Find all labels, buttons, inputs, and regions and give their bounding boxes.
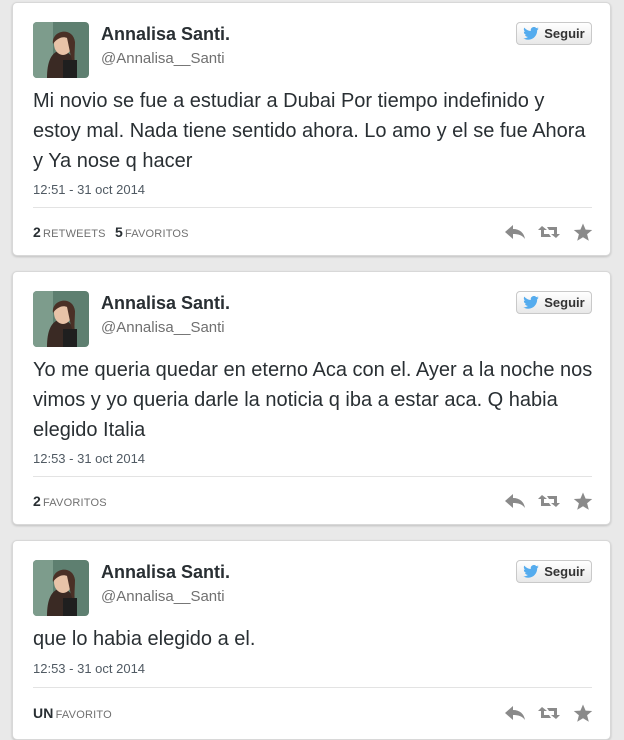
favorite-count[interactable]: 2: [33, 493, 41, 509]
reply-button[interactable]: [503, 702, 527, 724]
favorite-count[interactable]: UN: [33, 705, 54, 721]
retweet-icon: [538, 495, 560, 507]
tweet-text: Mi novio se fue a estudiar a Dubai Por t…: [33, 90, 586, 172]
tweet-timestamp[interactable]: 12:53 - 31 oct 2014: [33, 451, 145, 466]
favorite-count[interactable]: 5: [115, 224, 123, 240]
tweet-card: Annalisa Santi. @Annalisa__Santi Seguir …: [12, 2, 611, 256]
author-name[interactable]: Annalisa Santi.: [101, 24, 230, 45]
author-handle[interactable]: @Annalisa__Santi: [101, 50, 225, 67]
favorite-label[interactable]: FAVORITOS: [43, 497, 107, 509]
star-icon: [573, 223, 593, 241]
retweet-button[interactable]: [537, 702, 561, 724]
tweet-text: Yo me queria quedar en eterno Aca con el…: [33, 359, 593, 441]
tweet-timestamp[interactable]: 12:53 - 31 oct 2014: [33, 661, 145, 676]
follow-button[interactable]: Seguir: [516, 22, 592, 45]
favorite-button[interactable]: [571, 702, 595, 724]
tweet-card: Annalisa Santi. @Annalisa__Santi Seguir …: [12, 271, 611, 525]
favorite-button[interactable]: [571, 221, 595, 243]
reply-button[interactable]: [503, 221, 527, 243]
favorite-label[interactable]: FAVORITOS: [125, 228, 189, 240]
reply-icon: [505, 225, 525, 239]
author-handle[interactable]: @Annalisa__Santi: [101, 319, 225, 336]
divider: [33, 687, 592, 688]
author-name[interactable]: Annalisa Santi.: [101, 562, 230, 583]
divider: [33, 476, 592, 477]
avatar[interactable]: [33, 291, 89, 347]
retweet-count[interactable]: 2: [33, 224, 41, 240]
reply-icon: [505, 494, 525, 508]
follow-button[interactable]: Seguir: [516, 291, 592, 314]
tweet-actions: [503, 702, 595, 724]
tweet-stats: 2 RETWEETS 5 FAVORITOS: [33, 224, 189, 240]
tweet-stats: 2 FAVORITOS: [33, 493, 107, 509]
star-icon: [573, 704, 593, 722]
star-icon: [573, 492, 593, 510]
tweet-actions: [503, 490, 595, 512]
divider: [33, 207, 592, 208]
tweet-card: Annalisa Santi. @Annalisa__Santi Seguir …: [12, 540, 611, 740]
favorite-label[interactable]: FAVORITO: [56, 709, 112, 721]
avatar[interactable]: [33, 22, 89, 78]
twitter-bird-icon: [523, 565, 540, 578]
tweet-actions: [503, 221, 595, 243]
follow-label: Seguir: [544, 295, 585, 310]
author-handle[interactable]: @Annalisa__Santi: [101, 588, 225, 605]
twitter-bird-icon: [523, 27, 540, 40]
retweet-icon: [538, 707, 560, 719]
tweet-text: que lo habia elegido a el.: [33, 628, 256, 650]
retweet-label[interactable]: RETWEETS: [43, 228, 106, 240]
follow-button[interactable]: Seguir: [516, 560, 592, 583]
avatar[interactable]: [33, 560, 89, 616]
reply-icon: [505, 706, 525, 720]
follow-label: Seguir: [544, 26, 585, 41]
retweet-button[interactable]: [537, 221, 561, 243]
follow-label: Seguir: [544, 564, 585, 579]
tweet-timestamp[interactable]: 12:51 - 31 oct 2014: [33, 182, 145, 197]
reply-button[interactable]: [503, 490, 527, 512]
retweet-icon: [538, 226, 560, 238]
twitter-bird-icon: [523, 296, 540, 309]
retweet-button[interactable]: [537, 490, 561, 512]
favorite-button[interactable]: [571, 490, 595, 512]
author-name[interactable]: Annalisa Santi.: [101, 293, 230, 314]
tweet-stats: UN FAVORITO: [33, 705, 112, 721]
